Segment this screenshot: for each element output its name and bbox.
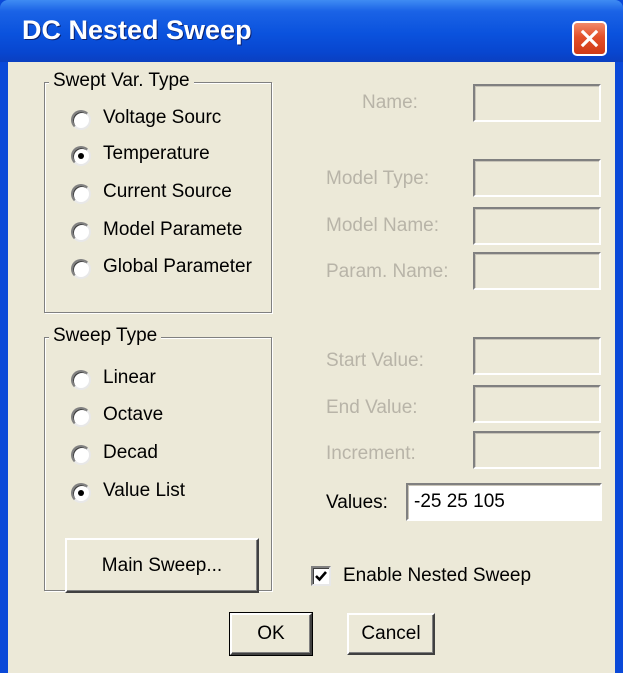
radio-label: Linear xyxy=(103,367,156,388)
radio-button[interactable] xyxy=(71,222,91,242)
radio-button[interactable] xyxy=(71,259,91,279)
enable-nested-sweep-checkbox[interactable] xyxy=(311,566,331,586)
values-label: Values: xyxy=(326,492,388,513)
swept-var-type-group: Swept Var. Type Voltage Sourc Temperatur… xyxy=(44,70,272,313)
radio-button[interactable] xyxy=(71,483,91,503)
swept-var-type-label: Swept Var. Type xyxy=(49,70,194,92)
name-label: Name: xyxy=(362,92,418,113)
radio-label: Decad xyxy=(103,442,158,463)
close-icon xyxy=(580,29,599,48)
radio-button[interactable] xyxy=(71,407,91,427)
param-name-field[interactable] xyxy=(473,252,601,290)
radio-label: Voltage Sourc xyxy=(103,107,222,128)
radio-label: Temperature xyxy=(103,143,210,164)
model-name-field[interactable] xyxy=(473,207,601,245)
window-title: DC Nested Sweep xyxy=(22,15,252,45)
enable-nested-sweep-label[interactable]: Enable Nested Sweep xyxy=(343,565,531,587)
end-value-label: End Value: xyxy=(326,397,418,418)
radio-button[interactable] xyxy=(71,184,91,204)
name-field[interactable] xyxy=(473,84,601,122)
radio-label: Current Source xyxy=(103,181,232,202)
start-value-label: Start Value: xyxy=(326,350,424,371)
radio-button[interactable] xyxy=(71,445,91,465)
model-name-label: Model Name: xyxy=(326,215,439,236)
model-type-label: Model Type: xyxy=(326,168,430,189)
radio-label: Value List xyxy=(103,480,186,501)
increment-field[interactable] xyxy=(473,431,601,469)
param-name-label: Param. Name: xyxy=(326,261,449,282)
cancel-button[interactable]: Cancel xyxy=(347,613,435,655)
end-value-field[interactable] xyxy=(473,385,601,423)
model-type-field[interactable] xyxy=(473,159,601,197)
radio-label: Model Paramete xyxy=(103,219,243,240)
close-button[interactable] xyxy=(572,21,607,56)
dialog-window: DC Nested Sweep Swept Var. Type Voltage … xyxy=(0,0,623,673)
checkmark-icon xyxy=(315,571,327,582)
sweep-type-label: Sweep Type xyxy=(49,325,162,347)
values-input[interactable]: -25 25 105 xyxy=(406,483,602,521)
radio-label: Octave xyxy=(103,404,164,425)
radio-button[interactable] xyxy=(71,110,91,130)
dialog-client-area: Swept Var. Type Voltage Sourc Temperatur… xyxy=(8,62,615,673)
radio-button[interactable] xyxy=(71,146,91,166)
increment-label: Increment: xyxy=(326,443,416,464)
title-bar[interactable]: DC Nested Sweep xyxy=(0,0,623,62)
radio-label: Global Parameter xyxy=(103,256,252,277)
start-value-field[interactable] xyxy=(473,337,601,375)
ok-button[interactable]: OK xyxy=(229,612,313,656)
radio-button[interactable] xyxy=(71,370,91,390)
main-sweep-button[interactable]: Main Sweep... xyxy=(65,538,259,593)
